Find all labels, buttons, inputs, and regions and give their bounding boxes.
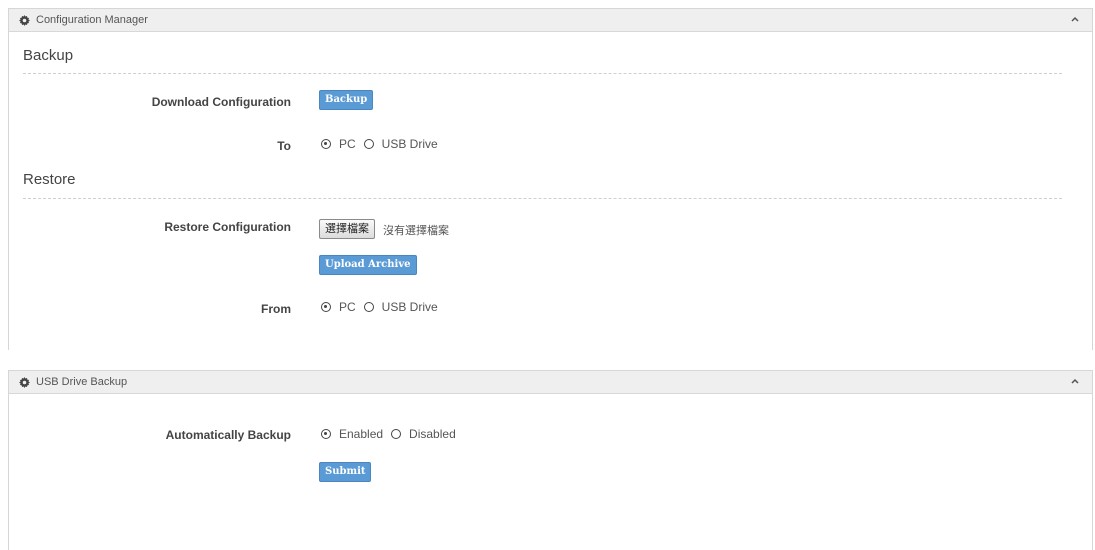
choose-file-button[interactable]: 選擇檔案 <box>319 219 375 239</box>
divider <box>23 73 1062 74</box>
radio-pc[interactable] <box>321 302 331 312</box>
panel-title: USB Drive Backup <box>36 376 128 388</box>
radio-enabled-label: Enabled <box>339 427 384 441</box>
chevron-up-icon[interactable] <box>1070 14 1080 24</box>
restore-configuration-label: Restore Configuration <box>164 220 291 234</box>
radio-disabled-label: Disabled <box>409 427 456 441</box>
radio-disabled[interactable] <box>391 429 402 439</box>
gear-icon <box>19 14 30 26</box>
to-radio-group: PC USB Drive <box>321 137 446 151</box>
radio-pc-label: PC <box>339 300 356 314</box>
restore-section-title: Restore <box>23 171 76 188</box>
radio-usb-drive[interactable] <box>363 139 374 149</box>
to-label: To <box>277 139 291 153</box>
radio-usb-drive-label: USB Drive <box>381 300 438 314</box>
radio-pc[interactable] <box>321 139 331 149</box>
file-status: 沒有選擇檔案 <box>383 225 449 237</box>
panel-title: Configuration Manager <box>36 14 148 26</box>
radio-usb-drive-label: USB Drive <box>381 137 438 151</box>
from-label: From <box>261 302 291 316</box>
radio-usb-drive[interactable] <box>363 302 374 312</box>
radio-pc-label: PC <box>339 137 356 151</box>
automatically-backup-label: Automatically Backup <box>165 428 291 442</box>
radio-enabled[interactable] <box>321 429 331 439</box>
configuration-manager-panel: Configuration Manager Backup Download Co… <box>8 8 1093 350</box>
divider <box>23 198 1062 199</box>
panel-header: USB Drive Backup <box>9 371 1092 394</box>
usb-drive-backup-panel: USB Drive Backup Automatically Backup En… <box>8 370 1093 550</box>
from-radio-group: PC USB Drive <box>321 300 446 314</box>
upload-archive-button[interactable]: Upload Archive <box>319 255 417 275</box>
submit-button[interactable]: Submit <box>319 462 372 482</box>
download-configuration-label: Download Configuration <box>151 95 291 109</box>
auto-backup-radio-group: Enabled Disabled <box>321 427 464 441</box>
chevron-up-icon[interactable] <box>1070 376 1080 386</box>
gear-icon <box>19 376 30 388</box>
panel-header: Configuration Manager <box>9 9 1092 32</box>
backup-button[interactable]: Backup <box>319 90 374 110</box>
backup-section-title: Backup <box>23 47 74 64</box>
